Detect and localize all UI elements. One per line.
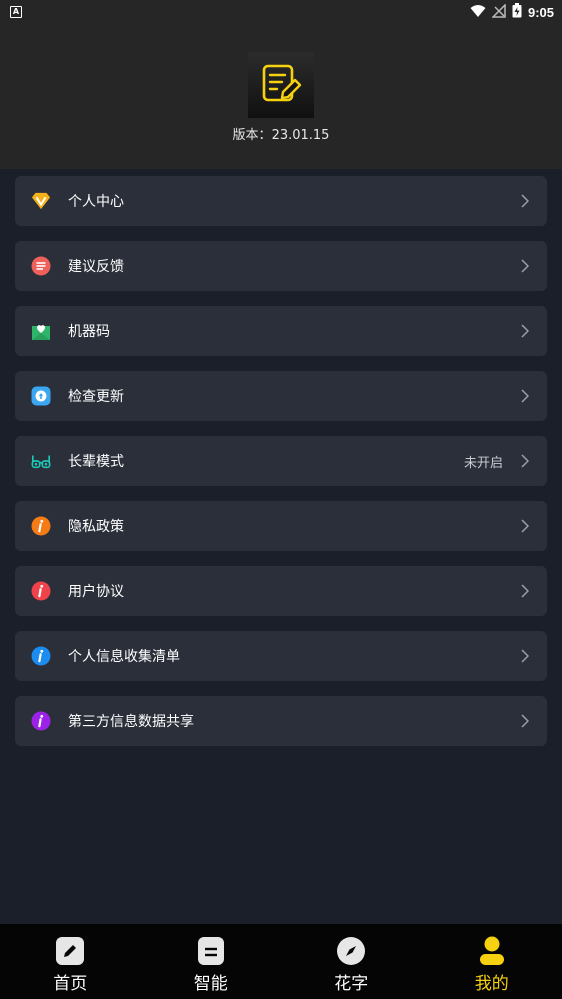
menu-item-label: 建议反馈: [68, 259, 124, 275]
menu-item-personal-center[interactable]: 个人中心: [15, 176, 547, 226]
settings-menu: 个人中心 建议反馈 机器码 检查更新 长辈模式 未开启 隐私政策 用户协议 个人…: [15, 176, 547, 761]
version-text: 版本：23.01.15: [0, 124, 562, 143]
menu-item-feedback[interactable]: 建议反馈: [15, 241, 547, 291]
note-edit-icon: [262, 64, 302, 102]
wifi-icon: [470, 3, 486, 22]
menu-item-label: 机器码: [68, 324, 110, 340]
profile-header: 版本：23.01.15: [0, 24, 562, 169]
compass-icon: [336, 936, 366, 966]
menu-item-check-update[interactable]: 检查更新: [15, 371, 547, 421]
feedback-icon: [31, 256, 51, 276]
info-icon: [31, 581, 51, 601]
sim-notification-icon: A: [10, 6, 22, 18]
vip-diamond-icon: [31, 191, 51, 211]
status-right: 9:05: [470, 2, 554, 22]
tab-home[interactable]: 首页: [0, 924, 141, 999]
update-icon: [31, 386, 51, 406]
menu-item-label: 检查更新: [68, 389, 124, 405]
chevron-right-icon: [519, 454, 531, 468]
battery-charging-icon: [512, 2, 522, 22]
chevron-right-icon: [519, 259, 531, 273]
status-time: 9:05: [527, 4, 554, 20]
smart-icon: [196, 936, 226, 966]
info-icon: [31, 646, 51, 666]
bottom-tab-bar: 首页 智能 花字 我的: [0, 924, 562, 999]
chevron-right-icon: [519, 584, 531, 598]
menu-item-third-party-sharing[interactable]: 第三方信息数据共享: [15, 696, 547, 746]
menu-item-elder-mode[interactable]: 长辈模式 未开启: [15, 436, 547, 486]
menu-item-label: 第三方信息数据共享: [68, 714, 194, 730]
tab-smart[interactable]: 智能: [141, 924, 282, 999]
menu-item-label: 隐私政策: [68, 519, 124, 535]
chevron-right-icon: [519, 324, 531, 338]
tab-mine[interactable]: 我的: [422, 924, 562, 999]
no-signal-icon: [491, 2, 506, 22]
version-value: 23.01.15: [271, 128, 330, 143]
elder-mode-status: 未开启: [463, 455, 503, 471]
chevron-right-icon: [519, 714, 531, 728]
chevron-right-icon: [519, 194, 531, 208]
tab-label: 首页: [53, 974, 88, 994]
menu-item-personal-info-list[interactable]: 个人信息收集清单: [15, 631, 547, 681]
menu-item-label: 长辈模式: [68, 454, 124, 470]
tab-label: 花字: [334, 974, 369, 994]
info-icon: [31, 711, 51, 731]
user-icon: [477, 936, 507, 966]
machine-code-icon: [31, 321, 51, 341]
menu-item-user-agreement[interactable]: 用户协议: [15, 566, 547, 616]
menu-item-machine-code[interactable]: 机器码: [15, 306, 547, 356]
chevron-right-icon: [519, 649, 531, 663]
tab-label: 智能: [193, 974, 228, 994]
menu-item-label: 个人信息收集清单: [68, 649, 180, 665]
menu-item-label: 个人中心: [68, 194, 124, 210]
menu-item-label: 用户协议: [68, 584, 124, 600]
glasses-icon: [31, 451, 51, 471]
pencil-icon: [55, 936, 85, 966]
menu-item-privacy-policy[interactable]: 隐私政策: [15, 501, 547, 551]
chevron-right-icon: [519, 519, 531, 533]
info-icon: [31, 516, 51, 536]
chevron-right-icon: [519, 389, 531, 403]
app-logo: [248, 52, 314, 118]
tab-fancy-text[interactable]: 花字: [281, 924, 422, 999]
version-label: 版本：: [232, 128, 272, 143]
status-bar: A 9:05: [0, 0, 562, 24]
tab-label: 我的: [474, 974, 509, 994]
status-left: A: [10, 6, 22, 18]
